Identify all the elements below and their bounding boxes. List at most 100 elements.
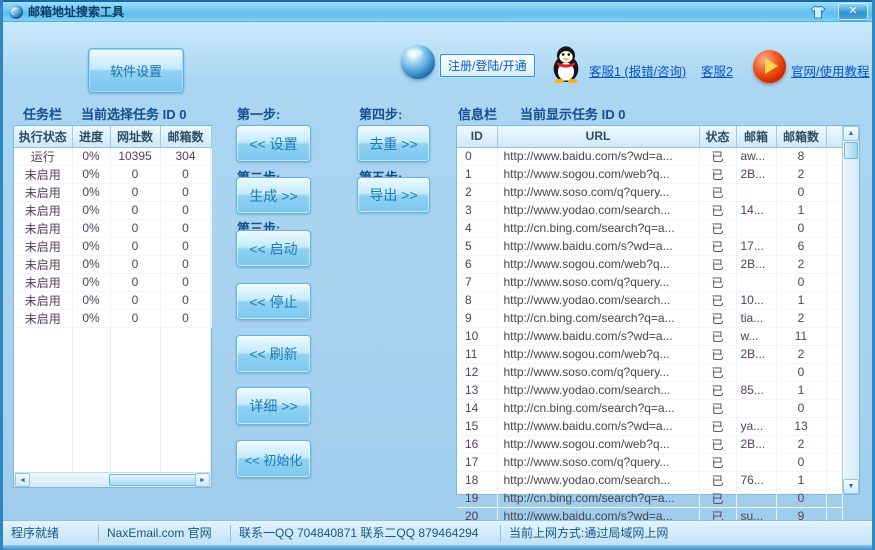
support1-link[interactable]: 客服1 (报错/咨询) bbox=[589, 61, 686, 80]
table-row[interactable]: 未启用 0% 0 0 bbox=[14, 273, 212, 292]
export-button[interactable]: 导出 >> bbox=[357, 177, 430, 213]
table-row[interactable]: 未启用 0% 0 0 bbox=[14, 201, 212, 220]
task-table-hscrollbar[interactable]: ◄ ► bbox=[14, 472, 211, 487]
table-row[interactable]: 10 http://www.baidu.com/s?wd=a... 已 w... 11 bbox=[457, 327, 843, 346]
support2-link[interactable]: 客服2 bbox=[701, 61, 733, 80]
filler-cell bbox=[826, 489, 843, 508]
table-row[interactable]: 未启用 0% 0 0 bbox=[14, 291, 212, 310]
stop-button[interactable]: << 停止 bbox=[236, 283, 311, 320]
task-panel-sublabel: 当前选择任务 ID 0 bbox=[81, 107, 187, 122]
col-filler bbox=[826, 126, 843, 148]
table-row[interactable]: 12 http://www.soso.com/q?query... 已 0 bbox=[457, 363, 843, 382]
table-cell: tia... bbox=[736, 309, 777, 328]
table-row[interactable]: 4 http://cn.bing.com/search?q=a... 已 0 bbox=[457, 219, 843, 238]
table-cell: 13 bbox=[457, 381, 498, 400]
table-row[interactable]: 未启用 0% 0 0 bbox=[14, 255, 212, 274]
info-table-panel: ID URL 状态 邮箱 邮箱数 0 http://www.baidu.com/s… bbox=[456, 125, 860, 550]
table-row[interactable]: 未启用 0% 0 0 bbox=[14, 309, 212, 328]
table-row[interactable]: 3 http://www.yodao.com/search... 已 14... 1 bbox=[457, 201, 843, 220]
dedupe-button[interactable]: 去重 >> bbox=[357, 125, 430, 162]
table-cell: 7 bbox=[457, 273, 498, 292]
skin-button[interactable] bbox=[806, 3, 830, 20]
table-cell: 0 bbox=[776, 273, 827, 292]
filler-cell bbox=[826, 363, 843, 382]
scroll-left-icon[interactable]: ◄ bbox=[15, 473, 30, 487]
task-table-header-row: 执行状态 进度 网址数 邮箱数 bbox=[14, 126, 212, 148]
table-row[interactable]: 16 http://www.sogou.com/web?q... 已 2B... 2 bbox=[457, 435, 843, 454]
status-network-text: 当前上网方式:通过局域网上网 bbox=[509, 525, 669, 540]
table-row[interactable]: 15 http://www.baidu.com/s?wd=a... 已 ya... 13 bbox=[457, 417, 843, 436]
table-cell: 15 bbox=[457, 417, 498, 436]
close-button[interactable]: ✕ bbox=[838, 3, 868, 20]
settings-button[interactable]: 软件设置 bbox=[88, 48, 184, 93]
table-row[interactable]: 2 http://www.soso.com/q?query... 已 0 bbox=[457, 183, 843, 202]
col-email-count[interactable]: 邮箱数 bbox=[160, 126, 212, 148]
table-cell bbox=[736, 363, 777, 382]
col-status[interactable]: 状态 bbox=[699, 126, 737, 148]
table-row[interactable]: 未启用 0% 0 0 bbox=[14, 165, 212, 184]
table-cell: 0 bbox=[776, 183, 827, 202]
table-cell: 0% bbox=[72, 165, 111, 184]
col-url[interactable]: URL bbox=[497, 126, 700, 148]
table-row[interactable]: 未启用 0% 0 0 bbox=[14, 219, 212, 238]
table-row[interactable]: 0 http://www.baidu.com/s?wd=a... 已 aw... 8 bbox=[457, 147, 843, 166]
init-button[interactable]: << 初始化 bbox=[236, 440, 311, 478]
start-button[interactable]: << 启动 bbox=[236, 230, 311, 267]
table-row[interactable]: 运行 0% 10395 304 bbox=[14, 147, 212, 166]
vscrollbar-thumb[interactable] bbox=[844, 142, 858, 159]
table-row[interactable]: 18 http://www.yodao.com/search... 已 76... 1 bbox=[457, 471, 843, 490]
col-exec-status[interactable]: 执行状态 bbox=[14, 126, 73, 148]
scroll-up-icon[interactable]: ▲ bbox=[843, 126, 859, 141]
filler-cell bbox=[826, 291, 843, 310]
col-email-count[interactable]: 邮箱数 bbox=[776, 126, 827, 148]
table-row[interactable]: 14 http://cn.bing.com/search?q=a... 已 0 bbox=[457, 399, 843, 418]
table-row[interactable]: 17 http://www.soso.com/q?query... 已 0 bbox=[457, 453, 843, 472]
table-cell: 2B... bbox=[736, 435, 777, 454]
table-row[interactable]: 5 http://www.baidu.com/s?wd=a... 已 17... 6 bbox=[457, 237, 843, 256]
register-login-button[interactable]: 注册/登陆/开通 bbox=[440, 54, 535, 77]
refresh-button[interactable]: << 刷新 bbox=[236, 335, 311, 373]
table-cell: 85... bbox=[736, 381, 777, 400]
titlebar[interactable]: 邮箱地址搜索工具 ✕ bbox=[3, 0, 872, 22]
table-cell: http://www.yodao.com/search... bbox=[497, 201, 700, 220]
hscrollbar-thumb[interactable] bbox=[109, 474, 197, 486]
table-cell: 已 bbox=[699, 291, 737, 310]
col-progress[interactable]: 进度 bbox=[72, 126, 111, 148]
table-row[interactable]: 11 http://www.sogou.com/web?q... 已 2B... 2 bbox=[457, 345, 843, 364]
col-url-count[interactable]: 网址数 bbox=[110, 126, 161, 148]
table-row[interactable]: 19 http://cn.bing.com/search?q=a... 已 0 bbox=[457, 489, 843, 508]
table-cell: 0% bbox=[72, 219, 111, 238]
table-cell: 运行 bbox=[14, 147, 73, 166]
detail-button[interactable]: 详细 >> bbox=[236, 387, 311, 425]
table-row[interactable]: 7 http://www.soso.com/q?query... 已 0 bbox=[457, 273, 843, 292]
table-row[interactable]: 9 http://cn.bing.com/search?q=a... 已 tia...… bbox=[457, 309, 843, 328]
status-site-link[interactable]: NaxEmail.com 官网 bbox=[99, 524, 231, 542]
col-id[interactable]: ID bbox=[457, 126, 498, 148]
site-tutorial-link[interactable]: 官网/使用教程 bbox=[791, 61, 869, 80]
table-cell: http://www.yodao.com/search... bbox=[497, 381, 700, 400]
table-cell: 已 bbox=[699, 489, 737, 508]
col-email[interactable]: 邮箱 bbox=[736, 126, 777, 148]
table-row[interactable]: 未启用 0% 0 0 bbox=[14, 237, 212, 256]
table-cell: 0 bbox=[110, 237, 161, 256]
table-cell: 1 bbox=[776, 381, 827, 400]
table-row[interactable]: 未启用 0% 0 0 bbox=[14, 183, 212, 202]
status-contact-text: 联系一QQ 704840871 联系二QQ 879464294 bbox=[231, 524, 501, 542]
scroll-down-icon[interactable]: ▼ bbox=[843, 479, 859, 494]
filler-cell bbox=[826, 183, 843, 202]
setup-button[interactable]: << 设置 bbox=[236, 125, 311, 162]
table-row[interactable]: 13 http://www.yodao.com/search... 已 85... 1 bbox=[457, 381, 843, 400]
table-row[interactable]: 6 http://www.sogou.com/web?q... 已 2B... 2 bbox=[457, 255, 843, 274]
table-row[interactable]: 1 http://www.sogou.com/web?q... 已 2B... 2 bbox=[457, 165, 843, 184]
table-row[interactable]: 8 http://www.yodao.com/search... 已 10... 1 bbox=[457, 291, 843, 310]
filler-cell bbox=[826, 147, 843, 166]
table-cell: 未启用 bbox=[14, 201, 73, 220]
scroll-right-icon[interactable]: ► bbox=[195, 473, 210, 487]
info-table-vscrollbar[interactable]: ▲ ▼ bbox=[842, 126, 859, 494]
generate-button[interactable]: 生成 >> bbox=[236, 177, 311, 214]
window-bottom-edge bbox=[3, 545, 872, 550]
table-cell: 0 bbox=[160, 273, 212, 292]
table-cell: 2 bbox=[776, 165, 827, 184]
table-cell: http://www.soso.com/q?query... bbox=[497, 273, 700, 292]
table-cell: 未启用 bbox=[14, 309, 73, 328]
